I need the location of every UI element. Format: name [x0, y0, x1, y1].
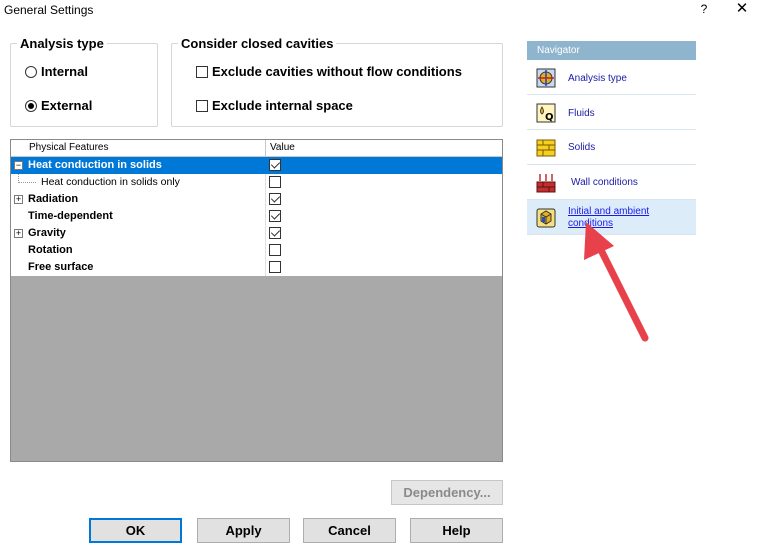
tree-line	[18, 182, 36, 183]
table-row[interactable]: Time-dependent	[11, 208, 502, 225]
ok-button[interactable]: OK	[89, 518, 182, 543]
cancel-button[interactable]: Cancel	[303, 518, 396, 543]
expand-icon[interactable]: +	[14, 195, 23, 204]
grid-rows: − Heat conduction in solids Heat conduct…	[11, 157, 502, 276]
row-value-checkbox[interactable]	[269, 176, 281, 188]
exclude-internal-label: Exclude internal space	[212, 98, 353, 113]
analysis-type-icon	[536, 68, 556, 88]
dependency-button[interactable]: Dependency...	[391, 480, 503, 505]
wall-conditions-icon	[536, 174, 556, 193]
exclude-cavities-box[interactable]	[196, 65, 208, 78]
row-label: Time-dependent	[28, 210, 113, 222]
initial-conditions-icon	[536, 208, 556, 228]
header-physical-features: Physical Features	[29, 142, 109, 153]
row-label: Free surface	[28, 261, 94, 273]
row-value-checkbox[interactable]	[269, 227, 281, 239]
window-title: General Settings	[4, 3, 94, 17]
radio-internal-label: Internal	[41, 64, 88, 79]
help-title-button[interactable]: ?	[694, 0, 714, 20]
arrow-shaft	[592, 236, 649, 342]
exclude-cavities-label: Exclude cavities without flow conditions	[212, 64, 462, 79]
arrow-head	[584, 222, 614, 260]
row-separator	[265, 225, 266, 242]
row-separator	[265, 242, 266, 259]
row-separator	[265, 157, 266, 174]
physical-features-grid: Physical Features Value − Heat conductio…	[10, 139, 503, 462]
row-value-checkbox[interactable]	[269, 159, 281, 171]
row-separator	[265, 174, 266, 191]
exclude-internal-checkbox[interactable]: Exclude internal space	[196, 98, 353, 113]
svg-text:Q: Q	[545, 112, 554, 123]
closed-cavities-group: Consider closed cavities Exclude cavitie…	[171, 36, 503, 127]
exclude-cavities-checkbox[interactable]: Exclude cavities without flow conditions	[196, 64, 462, 79]
row-label: Rotation	[28, 244, 73, 256]
help-button[interactable]: Help	[410, 518, 503, 543]
grid-header: Physical Features Value	[11, 140, 502, 157]
radio-internal[interactable]: Internal	[25, 64, 88, 79]
table-row[interactable]: − Heat conduction in solids	[11, 157, 502, 174]
navigator-item-analysis-type[interactable]: Analysis type	[527, 60, 696, 95]
annotation-arrow	[584, 222, 649, 342]
row-label: Radiation	[28, 193, 79, 205]
row-label: Heat conduction in solids only	[41, 176, 180, 188]
radio-external-label: External	[41, 98, 93, 113]
collapse-icon[interactable]: −	[14, 161, 23, 170]
fluids-icon: Q	[536, 103, 556, 123]
navigator-item-wall-conditions[interactable]: Wall conditions	[527, 165, 696, 200]
closed-cavities-title: Consider closed cavities	[178, 36, 337, 51]
close-button[interactable]: ✕	[728, 0, 756, 20]
row-value-checkbox[interactable]	[269, 261, 281, 273]
row-label: Heat conduction in solids	[28, 159, 162, 171]
navigator-label: Wall conditions	[571, 177, 638, 188]
row-value-checkbox[interactable]	[269, 193, 281, 205]
table-row[interactable]: + Gravity	[11, 225, 502, 242]
navigator-item-fluids[interactable]: Q Fluids	[527, 95, 696, 130]
table-row[interactable]: Free surface	[11, 259, 502, 276]
navigator-item-solids[interactable]: Solids	[527, 130, 696, 165]
table-row[interactable]: Heat conduction in solids only	[11, 174, 502, 191]
analysis-type-title: Analysis type	[17, 36, 107, 51]
radio-external-indicator[interactable]	[25, 99, 37, 112]
row-value-checkbox[interactable]	[269, 210, 281, 222]
radio-internal-indicator[interactable]	[25, 65, 37, 78]
header-value: Value	[270, 142, 295, 153]
apply-button[interactable]: Apply	[197, 518, 290, 543]
radio-external[interactable]: External	[25, 98, 92, 113]
navigator-label: Fluids	[568, 108, 595, 119]
row-separator	[265, 191, 266, 208]
navigator-title: Navigator	[527, 41, 696, 60]
analysis-type-group: Analysis type Internal External	[10, 36, 158, 127]
row-label: Gravity	[28, 227, 66, 239]
navigator-label: Analysis type	[568, 73, 627, 84]
row-value-checkbox[interactable]	[269, 244, 281, 256]
row-separator	[265, 259, 266, 276]
table-row[interactable]: Rotation	[11, 242, 502, 259]
expand-icon[interactable]: +	[14, 229, 23, 238]
row-separator	[265, 208, 266, 225]
navigator-label: Solids	[568, 142, 596, 153]
exclude-internal-box[interactable]	[196, 99, 208, 112]
navigator-panel: Navigator Analysis type Q Fluids Solids	[527, 41, 696, 235]
solids-icon	[536, 139, 556, 157]
title-bar: General Settings ? ✕	[0, 0, 768, 20]
table-row[interactable]: + Radiation	[11, 191, 502, 208]
